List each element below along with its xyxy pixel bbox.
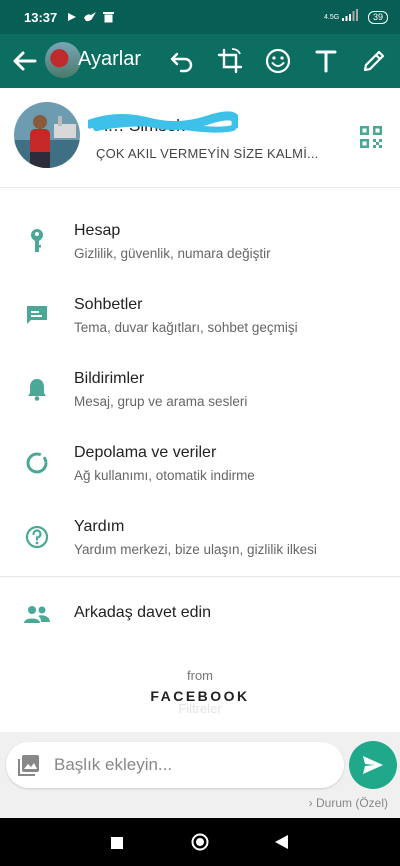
gallery-icon[interactable] (18, 754, 40, 776)
settings-subtitle: Mesaj, grup ve arama sesleri (74, 394, 248, 409)
editor-toolbar: Ayarlar (0, 34, 400, 88)
settings-item-chats[interactable]: Sohbetler Tema, duvar kağıtları, sohbet … (0, 280, 400, 354)
profile-about: ÇOK AKIL VERMEYİN SİZE KALMİ... (96, 146, 319, 161)
chat-icon (24, 302, 50, 328)
caption-field[interactable]: Başlık ekleyin... (6, 742, 344, 788)
send-icon (363, 756, 383, 774)
signal-icon (341, 8, 358, 26)
avatar-thumbnail (45, 42, 81, 78)
profile-picture[interactable] (14, 102, 80, 168)
settings-title: Sohbetler (74, 296, 143, 313)
text-icon[interactable] (309, 44, 343, 78)
page-title: Ayarlar (78, 48, 141, 70)
home-icon[interactable] (191, 833, 209, 856)
caption-placeholder: Başlık ekleyin... (54, 755, 173, 774)
recents-icon[interactable] (111, 836, 123, 854)
caption-bar: Başlık ekleyin... › Durum (Özel) (0, 732, 400, 818)
settings-title: Arkadaş davet edin (74, 604, 211, 621)
help-icon (24, 524, 50, 550)
settings-title: Depolama ve veriler (74, 444, 217, 461)
footer-from: from (187, 668, 213, 683)
redaction-scribble (88, 111, 238, 133)
filters-hint[interactable]: Filtreler (0, 701, 400, 716)
settings-subtitle: Gizlilik, güvenlik, numara değiştir (74, 246, 271, 261)
settings-subtitle: Yardım merkezi, bize ulaşın, gizlilik il… (74, 542, 317, 557)
settings-item-account[interactable]: Hesap Gizlilik, güvenlik, numara değişti… (0, 206, 400, 280)
bird-icon (83, 10, 97, 24)
key-icon (24, 228, 50, 254)
back-arrow-icon[interactable] (10, 46, 40, 76)
people-icon (24, 602, 50, 628)
emoji-icon[interactable] (261, 44, 295, 78)
undo-icon[interactable] (165, 44, 199, 78)
bell-icon (24, 376, 50, 402)
settings-item-notifications[interactable]: Bildirimler Mesaj, grup ve arama sesleri (0, 354, 400, 428)
settings-title: Bildirimler (74, 370, 145, 387)
settings-title: Yardım (74, 518, 125, 535)
profile-section[interactable]: A… Simsek ÇOK AKIL VERMEYİN SİZE KALMİ..… (0, 88, 400, 188)
trash-icon (101, 10, 115, 24)
battery-level: 39 (367, 10, 388, 24)
system-nav-bar (0, 818, 400, 866)
settings-subtitle: Ağ kullanımı, otomatik indirme (74, 468, 255, 483)
network-type: 4.5G (323, 13, 340, 21)
status-audience-label: Durum (Özel) (315, 796, 388, 810)
status-time: 13:37 (24, 9, 58, 25)
play-icon (65, 10, 79, 24)
settings-subtitle: Tema, duvar kağıtları, sohbet geçmişi (74, 320, 298, 335)
chevron-right-icon: › (308, 796, 313, 810)
settings-title: Hesap (74, 222, 121, 239)
data-usage-icon (24, 450, 50, 476)
qr-code-icon[interactable] (360, 126, 382, 148)
status-bar: 13:37 4.5G 39 (0, 0, 400, 34)
send-button[interactable] (349, 741, 397, 789)
settings-item-storage[interactable]: Depolama ve veriler Ağ kullanımı, otomat… (0, 428, 400, 502)
settings-item-invite[interactable]: Arkadaş davet edin (0, 580, 400, 654)
back-nav-icon[interactable] (275, 835, 288, 854)
pencil-icon[interactable] (357, 44, 391, 78)
status-audience-selector[interactable]: › Durum (Özel) (309, 796, 388, 810)
crop-rotate-icon[interactable] (213, 44, 247, 78)
settings-item-help[interactable]: Yardım Yardım merkezi, bize ulaşın, gizl… (0, 502, 400, 576)
divider (0, 576, 400, 577)
